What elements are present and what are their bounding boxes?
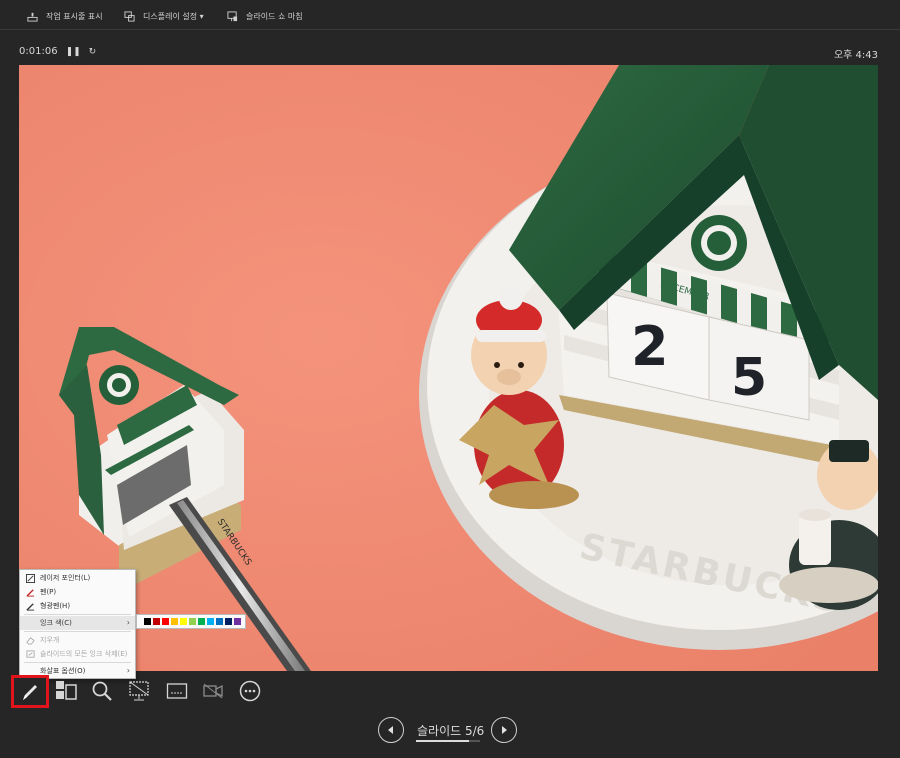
taskbar-icon xyxy=(27,12,38,22)
subtitles-button[interactable] xyxy=(166,680,188,702)
ink-color-swatch[interactable] xyxy=(207,618,214,625)
menu-item-pen[interactable]: 펜(P) xyxy=(20,585,135,599)
menu-label-laser-pointer: 레이저 포인터(L) xyxy=(40,574,91,582)
date-digit-1: 2 xyxy=(631,315,669,378)
subtitles-icon xyxy=(166,683,188,699)
slide-progress-track xyxy=(416,740,480,742)
menu-item-laser-pointer[interactable]: 레이저 포인터(L) xyxy=(20,571,135,585)
menu-label-pen: 펜(P) xyxy=(40,588,57,596)
show-taskbar-label: 작업 표시줄 표시 xyxy=(46,11,103,21)
presenter-top-bar: 작업 표시줄 표시 디스플레이 설정 ▾ 슬라이드 쇼 마침 xyxy=(0,0,900,30)
pen-tool-button[interactable] xyxy=(11,675,49,708)
elapsed-time: 0:01:06 xyxy=(19,46,58,57)
highlighter-icon xyxy=(26,602,35,611)
slideshow-timer: 0:01:06 ❚❚ ↻ xyxy=(19,46,96,57)
laser-pointer-icon xyxy=(26,573,35,583)
previous-slide-button[interactable] xyxy=(378,717,404,743)
menu-separator xyxy=(24,662,131,663)
ink-color-swatch[interactable] xyxy=(171,618,178,625)
menu-item-ink-color[interactable]: 잉크 색(C) › xyxy=(20,616,135,630)
restart-icon[interactable]: ↻ xyxy=(89,47,97,57)
ink-color-palette xyxy=(136,614,246,629)
ink-color-swatch[interactable] xyxy=(234,618,241,625)
see-all-slides-button[interactable] xyxy=(55,680,77,702)
see-all-slides-icon xyxy=(56,681,77,700)
end-slideshow-label: 슬라이드 쇼 마침 xyxy=(246,11,303,21)
erase-all-ink-icon xyxy=(26,649,35,658)
current-time: 오후 4:43 xyxy=(833,50,878,61)
more-options-icon xyxy=(239,680,261,702)
black-screen-button[interactable] xyxy=(128,680,150,702)
slide-navigation: 슬라이드 5/6 xyxy=(378,714,520,744)
menu-label-highlighter: 형광펜(H) xyxy=(40,602,71,610)
display-settings-label: 디스플레이 설정 ▾ xyxy=(143,11,204,21)
current-slide: STARBUCKS DECEMBER 2 5 STARBUCKS xyxy=(19,65,878,671)
zoom-button[interactable] xyxy=(91,680,113,702)
ink-color-swatch[interactable] xyxy=(180,618,187,625)
ink-color-spacer xyxy=(26,619,35,628)
pen-icon xyxy=(26,588,35,597)
eraser-icon xyxy=(26,636,35,645)
date-digit-2: 5 xyxy=(731,348,767,408)
submenu-arrow-icon: › xyxy=(126,666,130,675)
next-slide-icon xyxy=(502,726,507,734)
camera-button[interactable] xyxy=(202,680,224,702)
menu-separator xyxy=(24,614,131,615)
display-settings-button[interactable]: 디스플레이 설정 ▾ xyxy=(124,9,204,23)
ink-color-swatch[interactable] xyxy=(162,618,169,625)
menu-item-eraser[interactable]: 지우개 xyxy=(20,633,135,647)
ink-color-swatch[interactable] xyxy=(198,618,205,625)
menu-item-erase-all-ink[interactable]: 슬라이드의 모든 잉크 삭제(E) xyxy=(20,647,135,661)
ink-color-swatch[interactable] xyxy=(225,618,232,625)
ink-color-swatch[interactable] xyxy=(216,618,223,625)
display-settings-icon xyxy=(124,10,135,22)
end-slideshow-icon xyxy=(227,10,238,21)
black-screen-icon xyxy=(129,681,149,701)
next-slide-button[interactable] xyxy=(491,717,517,743)
menu-label-ink-color: 잉크 색(C) xyxy=(40,619,72,627)
pointer-options-menu: 레이저 포인터(L) 펜(P) 형광펜(H) 잉크 색(C) › 지우개 슬라이… xyxy=(19,569,136,679)
slide-progress-fill xyxy=(416,740,470,742)
menu-label-eraser: 지우개 xyxy=(40,636,60,644)
ink-color-swatch[interactable] xyxy=(189,618,196,625)
more-options-button[interactable] xyxy=(239,680,261,702)
ink-color-swatch[interactable] xyxy=(144,618,151,625)
menu-label-erase-all-ink: 슬라이드의 모든 잉크 삭제(E) xyxy=(40,650,128,658)
menu-item-highlighter[interactable]: 형광펜(H) xyxy=(20,599,135,613)
show-taskbar-button[interactable]: 작업 표시줄 표시 xyxy=(27,9,103,23)
submenu-arrow-icon: › xyxy=(126,618,130,627)
previous-slide-icon xyxy=(388,726,393,734)
zoom-icon xyxy=(92,681,112,701)
menu-separator xyxy=(24,631,131,632)
ink-color-swatch[interactable] xyxy=(153,618,160,625)
pause-icon[interactable]: ❚❚ xyxy=(66,47,81,57)
end-slideshow-button[interactable]: 슬라이드 쇼 마침 xyxy=(227,9,303,23)
slide-photo: STARBUCKS DECEMBER 2 5 STARBUCKS xyxy=(19,65,878,671)
camera-icon xyxy=(203,683,223,699)
pen-tool-icon xyxy=(23,684,37,700)
slide-counter: 슬라이드 5/6 xyxy=(417,724,485,738)
